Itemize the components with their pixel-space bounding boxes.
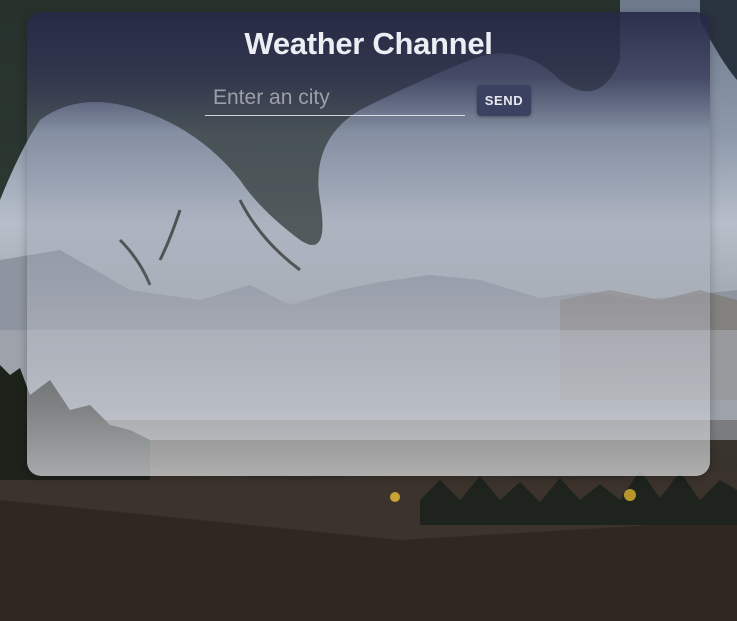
weather-app: Weather Channel SEND bbox=[0, 0, 737, 621]
send-button[interactable]: SEND bbox=[477, 85, 531, 116]
city-search-input[interactable] bbox=[205, 80, 465, 116]
weather-card: Weather Channel SEND bbox=[27, 12, 710, 476]
app-title: Weather Channel bbox=[244, 26, 493, 61]
